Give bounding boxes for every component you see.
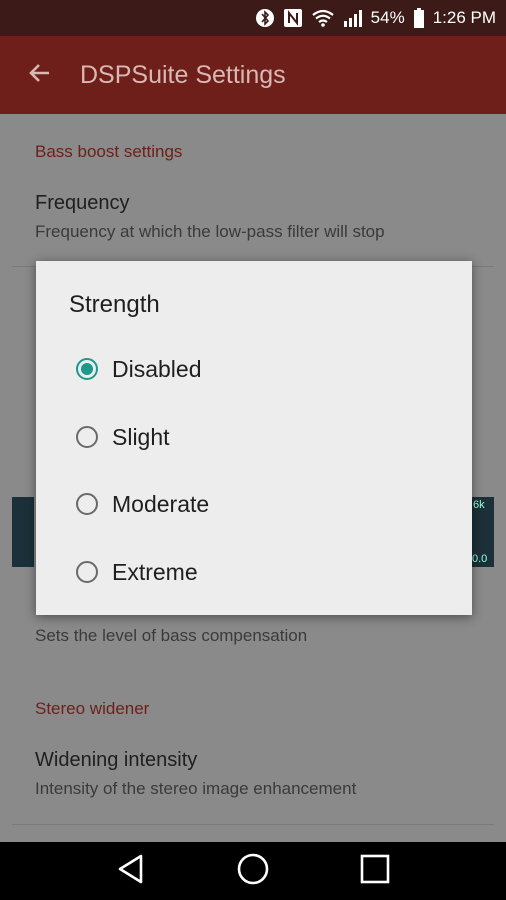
- option-label: Slight: [112, 423, 170, 450]
- widening-intensity-title[interactable]: Widening intensity: [35, 749, 197, 772]
- dialog-title: Strength: [69, 291, 160, 318]
- battery-icon: [413, 8, 425, 28]
- nav-home-button[interactable]: [223, 842, 283, 900]
- strength-dialog: Strength Disabled Slight Moderate Extrem…: [36, 261, 472, 615]
- option-label: Disabled: [112, 355, 202, 382]
- page-title: DSPSuite Settings: [80, 60, 286, 89]
- status-bar: 54% 1:26 PM: [0, 0, 506, 36]
- frequency-title[interactable]: Frequency: [35, 192, 130, 215]
- option-label: Moderate: [112, 490, 210, 517]
- signal-icon: [343, 8, 363, 28]
- clock: 1:26 PM: [432, 8, 496, 27]
- app-bar: DSPSuite Settings: [0, 36, 506, 114]
- nav-back-button[interactable]: [101, 842, 161, 900]
- section-header-bass-boost: Bass boost settings: [35, 142, 183, 161]
- option-label: Extreme: [112, 558, 198, 585]
- back-button[interactable]: [0, 36, 80, 114]
- recents-square-icon: [359, 853, 391, 890]
- eq-graph-right: 6k 0.0: [472, 497, 494, 567]
- strength-subtitle: Sets the level of bass compensation: [35, 626, 308, 645]
- arrow-back-icon: [27, 60, 53, 91]
- wifi-icon: [311, 8, 335, 28]
- eq-graph-left: [12, 497, 34, 567]
- nfc-icon: [283, 8, 303, 28]
- section-header-stereo-widener: Stereo widener: [35, 699, 150, 718]
- nav-recents-button[interactable]: [345, 842, 405, 900]
- option-disabled[interactable]: Disabled: [76, 341, 456, 397]
- option-slight[interactable]: Slight: [76, 409, 456, 465]
- back-triangle-icon: [116, 853, 146, 890]
- home-circle-icon: [236, 852, 270, 891]
- radio-unchecked-icon[interactable]: [76, 426, 98, 448]
- eq-value-label: 0.0: [472, 553, 488, 565]
- radio-checked-icon[interactable]: [76, 358, 98, 380]
- battery-percent: 54%: [370, 8, 405, 27]
- eq-freq-label: 6k: [473, 499, 485, 511]
- widening-intensity-subtitle: Intensity of the stereo image enhancemen…: [35, 779, 357, 798]
- radio-unchecked-icon[interactable]: [76, 561, 98, 583]
- bluetooth-icon: [255, 8, 275, 28]
- divider: [12, 824, 494, 825]
- option-extreme[interactable]: Extreme: [76, 544, 456, 600]
- option-moderate[interactable]: Moderate: [76, 476, 456, 532]
- frequency-subtitle: Frequency at which the low-pass filter w…: [35, 222, 385, 241]
- radio-unchecked-icon[interactable]: [76, 493, 98, 515]
- navigation-bar: [0, 842, 506, 900]
